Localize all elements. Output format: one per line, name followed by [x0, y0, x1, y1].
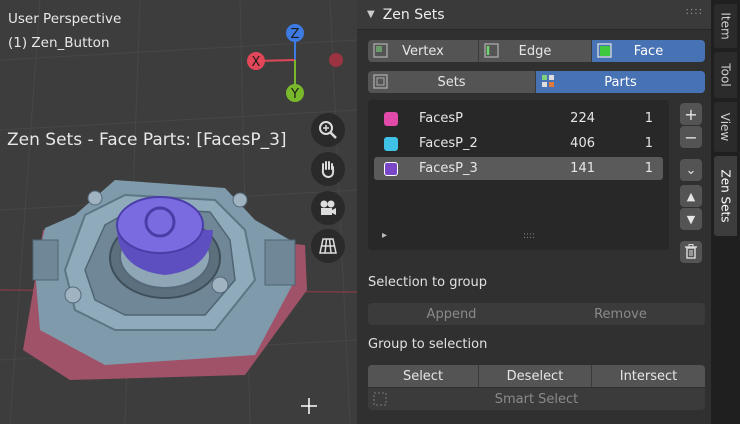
append-button[interactable]: Append — [368, 303, 536, 325]
tab-tool[interactable]: Tool — [714, 52, 737, 98]
vertex-mode-button[interactable]: Vertex — [368, 40, 479, 62]
mode-selector: Vertex Edge Face — [368, 40, 705, 62]
collapse-arrow-icon[interactable]: ▼ — [367, 9, 375, 20]
list-item-count: 224 — [570, 111, 595, 126]
pan-hand-icon[interactable] — [311, 152, 345, 186]
group-to-selection-label: Group to selection — [368, 337, 488, 352]
list-item-flag: 1 — [644, 136, 653, 151]
gizmo-neg-x-axis — [329, 53, 343, 67]
vertex-mode-icon — [373, 43, 388, 58]
zoom-icon[interactable] — [311, 113, 345, 147]
color-swatch[interactable] — [384, 137, 398, 151]
color-swatch[interactable] — [384, 112, 398, 126]
tab-view[interactable]: View — [714, 102, 737, 152]
grid-view-icon[interactable] — [311, 229, 345, 263]
parts-button[interactable]: Parts — [536, 71, 705, 93]
move-down-button[interactable]: ▼ — [680, 208, 702, 230]
intersect-button[interactable]: Intersect — [592, 365, 705, 387]
list-item-count: 141 — [570, 161, 595, 176]
add-item-button[interactable]: + — [680, 103, 702, 125]
tab-zen-sets[interactable]: Zen Sets — [714, 156, 737, 236]
list-resize-handle[interactable]: :::: — [523, 231, 535, 241]
parts-icon — [542, 75, 554, 87]
smart-select-button[interactable]: Smart Select — [368, 388, 705, 410]
list-item-selected[interactable]: FacesP_3 141 1 — [374, 157, 663, 180]
navigation-gizmo[interactable]: Z X Y — [240, 20, 350, 110]
list-item-flag: 1 — [644, 111, 653, 126]
panel-title: Zen Sets — [382, 6, 445, 23]
edge-mode-icon — [484, 43, 499, 58]
crosshair-cursor-icon — [301, 398, 317, 414]
smart-select-icon — [373, 392, 387, 406]
selection-to-group-label: Selection to group — [368, 275, 487, 290]
select-button[interactable]: Select — [368, 365, 479, 387]
list-item-flag: 1 — [644, 161, 653, 176]
svg-text:Z: Z — [291, 27, 300, 42]
list-item-name: FacesP — [419, 111, 464, 126]
type-selector: Sets Parts — [368, 71, 705, 93]
sets-button[interactable]: Sets — [368, 71, 536, 93]
view-label: User Perspective — [8, 11, 122, 27]
deselect-button[interactable]: Deselect — [479, 365, 592, 387]
group-to-selection-buttons: Select Deselect Intersect — [368, 365, 705, 387]
arrow-down-icon: ▼ — [686, 212, 696, 226]
list-expand-arrow-icon[interactable]: ▸ — [382, 230, 387, 241]
sets-icon — [373, 74, 388, 89]
face-mode-button[interactable]: Face — [592, 40, 705, 62]
drag-handle-icon[interactable]: :::: — [686, 6, 703, 17]
list-item-count: 406 — [570, 136, 595, 151]
zen-button-model[interactable] — [15, 170, 315, 385]
object-label: (1) Zen_Button — [8, 35, 110, 51]
selection-to-group-buttons: Append Remove — [368, 303, 705, 325]
move-up-button[interactable]: ▲ — [680, 185, 702, 207]
parts-list[interactable]: FacesP 224 1 FacesP_2 406 1 FacesP_3 141… — [368, 100, 669, 250]
svg-text:Y: Y — [290, 87, 299, 102]
tab-item[interactable]: Item — [714, 4, 737, 48]
face-mode-icon — [597, 43, 612, 58]
svg-text:X: X — [252, 55, 261, 70]
list-item-name: FacesP_2 — [419, 136, 478, 151]
color-swatch[interactable] — [384, 162, 398, 176]
chevron-down-icon: ⌄ — [685, 162, 697, 178]
edge-mode-button[interactable]: Edge — [479, 40, 592, 62]
list-item[interactable]: FacesP_2 406 1 — [374, 132, 663, 155]
3d-viewport[interactable]: User Perspective (1) Zen_Button Zen Sets… — [0, 0, 357, 424]
remove-item-button[interactable]: − — [680, 126, 702, 148]
arrow-up-icon: ▲ — [686, 189, 696, 203]
trash-icon — [685, 244, 697, 259]
camera-icon[interactable] — [311, 191, 345, 225]
list-item[interactable]: FacesP 224 1 — [374, 107, 663, 130]
list-item-name: FacesP_3 — [419, 161, 478, 176]
overlay-title: Zen Sets - Face Parts: [FacesP_3] — [7, 130, 287, 150]
panel-header[interactable]: ▼ Zen Sets :::: — [357, 0, 711, 30]
list-menu-button[interactable]: ⌄ — [680, 159, 702, 181]
remove-button[interactable]: Remove — [536, 303, 705, 325]
sidebar-tabs: Item Tool View Zen Sets — [711, 0, 740, 424]
delete-button[interactable] — [680, 241, 702, 263]
